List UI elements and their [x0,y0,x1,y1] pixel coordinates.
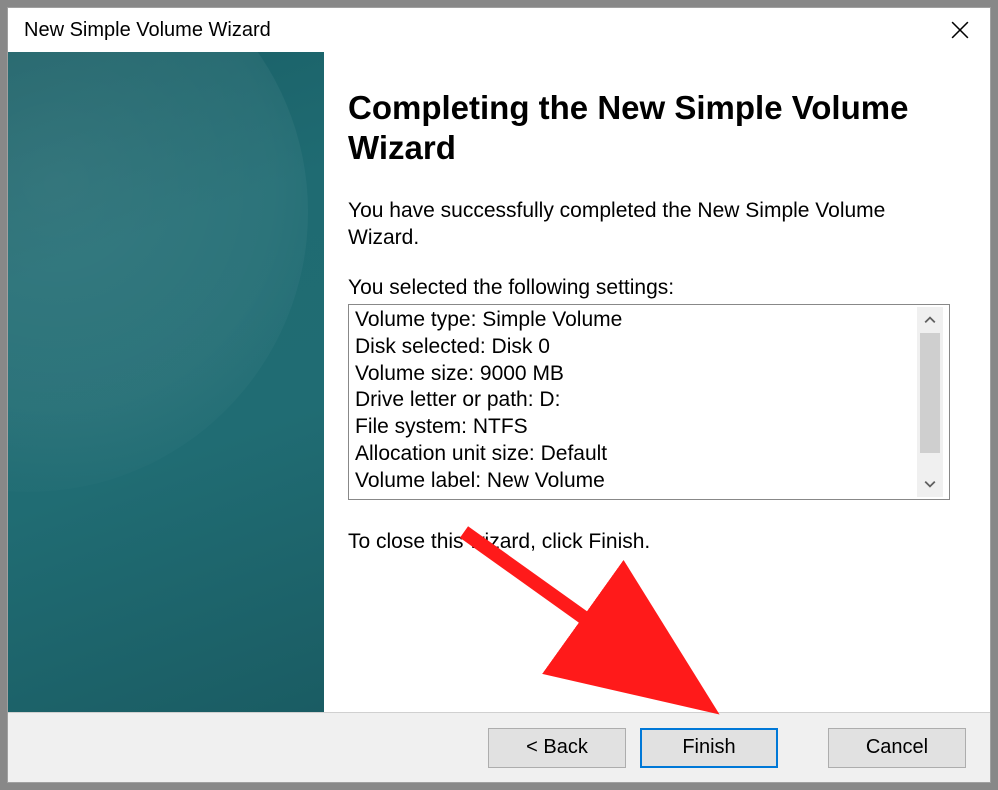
close-button[interactable] [930,8,990,52]
chevron-down-icon [924,478,936,490]
cancel-button[interactable]: Cancel [828,728,966,768]
settings-list: Volume type: Simple Volume Disk selected… [355,307,917,497]
finish-button[interactable]: Finish [640,728,778,768]
wizard-content: Completing the New Simple Volume Wizard … [324,52,990,712]
titlebar: New Simple Volume Wizard [8,8,990,52]
chevron-up-icon [924,314,936,326]
settings-item: File system: NTFS [355,414,917,441]
settings-item: Volume label: New Volume [355,468,917,495]
window-title: New Simple Volume Wizard [24,19,271,42]
closing-text: To close this wizard, click Finish. [348,530,950,554]
scroll-thumb[interactable] [920,333,940,453]
intro-text: You have successfully completed the New … [348,197,950,252]
scroll-up-button[interactable] [917,307,943,333]
close-icon [951,21,969,39]
wizard-body: Completing the New Simple Volume Wizard … [8,52,990,712]
wizard-footer: < Back Finish Cancel [8,712,990,782]
settings-item: Quick format: Yes [355,495,917,497]
settings-listbox[interactable]: Volume type: Simple Volume Disk selected… [348,304,950,500]
settings-item: Drive letter or path: D: [355,387,917,414]
settings-item: Volume type: Simple Volume [355,307,917,334]
scroll-track[interactable] [917,333,943,471]
settings-item: Allocation unit size: Default [355,441,917,468]
settings-label: You selected the following settings: [348,276,950,300]
scrollbar[interactable] [917,307,943,497]
page-heading: Completing the New Simple Volume Wizard [348,88,950,167]
settings-item: Disk selected: Disk 0 [355,334,917,361]
wizard-side-graphic [8,52,324,712]
scroll-down-button[interactable] [917,471,943,497]
wizard-dialog: New Simple Volume Wizard Completing the … [7,7,991,783]
settings-item: Volume size: 9000 MB [355,361,917,388]
back-button[interactable]: < Back [488,728,626,768]
